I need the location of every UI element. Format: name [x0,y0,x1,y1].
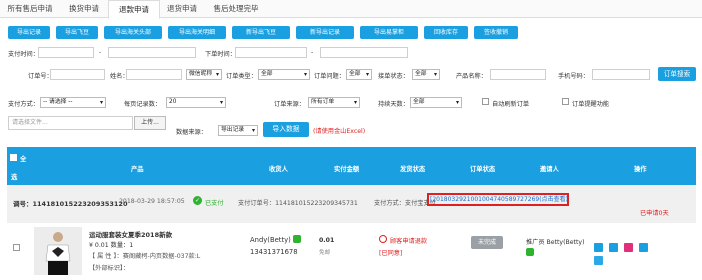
edit-icon[interactable] [594,243,603,252]
product-name-input[interactable] [490,69,546,80]
order-time-start-input[interactable] [235,47,307,58]
product-price-qty: ¥ 0.01 数量：1 [89,242,134,249]
export-yizhanggui-button[interactable]: 导出易掌柜 [360,26,418,39]
data-source-select[interactable]: 导出记录 [218,125,258,136]
col-referrer: 邀请人 [540,166,559,173]
wechat-icon[interactable] [526,248,534,256]
ship-status-select[interactable]: 全部 [412,69,440,80]
duration-days-select[interactable]: 全部 [410,97,462,108]
col-receiver: 收货人 [269,166,288,173]
col-product: 产品 [131,166,144,173]
range-dash: - [99,49,102,56]
tab-refund[interactable]: 退款申请 [108,0,160,19]
wechat-nick-select[interactable]: 微信昵称 [186,69,222,80]
col-ship-status: 发货状态 [400,166,426,173]
order-time-end-input[interactable] [320,47,408,58]
tab-after-sales-done[interactable]: 售后处理完毕 [206,0,266,17]
receiver-phone: 13431371678 [250,248,298,256]
tab-bar: 所有售后申请 换货申请 退款申请 退货申请 售后处理完毕 [0,0,702,19]
order-time-label: 下单时间： [205,51,236,58]
pay-order-number: 支付订单号：114181015223209345731 [238,200,358,207]
duration-days-label: 持续天数： [378,101,409,108]
order-time: 2018-03-29 18:57:05 [119,198,185,205]
order-status-badge: 未完成 [471,236,503,249]
file-path-input[interactable]: 请选择文件... [8,116,133,130]
export-feidou-button[interactable]: 导出飞豆 [56,26,98,39]
export-customs-detail-button[interactable]: 导出海关明细 [168,26,226,39]
pay-time-label: 支付时间： [8,51,39,58]
import-data-button[interactable]: 导入数据 [263,122,309,137]
ship-status-label: 接单状态： [378,73,409,80]
check-circle-icon: ✓ [193,196,202,205]
name-input[interactable] [126,69,182,80]
new-export-feidou-button[interactable]: 新导出飞豆 [232,26,290,39]
phone-input[interactable] [592,69,650,80]
refund-status[interactable]: 顾客申请退款 [390,236,427,245]
order-no-input[interactable] [50,69,105,80]
table-row: 运动服套装女夏季2018新款 ¥ 0.01 数量：1 【 属 性 】：赛阁藏柯-… [7,223,696,280]
alert-circle-icon [379,235,387,243]
product-attributes: 【 属 性 】：赛阁藏柯-内页数据-037款:L [89,253,201,260]
order-type-label: 订单类型： [226,73,257,80]
order-number: 调号：114181015223209353120 [13,200,128,208]
order-issue-select[interactable]: 全部 [346,69,372,80]
per-page-select[interactable]: 20 [166,97,226,108]
pay-time-start-input[interactable] [38,47,94,58]
referrer[interactable]: 推广员 Betty(Betty) [526,237,585,246]
shipping-note: 免邮 [319,250,331,256]
select-all-checkbox[interactable] [10,154,17,161]
pay-transaction-link[interactable]: [2018032921001004740589727269(点击查看)] [427,193,569,206]
order-reminder-label: 订单提醒功能 [572,101,610,108]
tab-all-after-sales[interactable]: 所有售后申请 [0,0,60,17]
import-note: (请使用金山Excel) [313,128,366,135]
upload-button[interactable]: 上传... [134,116,166,130]
view-icon[interactable] [639,243,648,252]
tab-exchange[interactable]: 换货申请 [60,0,108,17]
order-summary-row: 调号：114181015223209353120 2018-03-29 18:5… [7,185,696,224]
pay-method-select[interactable]: -- 请选择 -- [40,97,106,108]
auto-refresh-label: 自动刷新订单 [492,101,530,108]
order-search-button[interactable]: 订单搜索 [658,67,696,81]
refund-agreed: [已同意] [379,250,403,257]
product-image [34,227,82,275]
range-dash: - [311,49,314,56]
per-page-label: 每页记录数： [124,101,162,108]
select-all-label: 全 [20,156,27,163]
table-header: 全 选 产品 收货人 实付金额 发货状态 订单状态 邀请人 操作 [7,147,696,185]
new-export-records-button[interactable]: 新导出记录 [296,26,354,39]
col-operations: 操作 [634,166,647,173]
tab-return[interactable]: 退货申请 [158,0,206,17]
pay-method-label: 支付方式： [8,101,39,108]
wechat-icon[interactable] [293,235,301,243]
col-order-status: 订单状态 [470,166,496,173]
product-name-label: 产品名称： [456,73,487,80]
order-issue-label: 订单问题： [314,73,345,80]
auto-refresh-checkbox[interactable] [482,98,489,105]
phone-label: 手机号码： [558,73,589,80]
export-customs-header-button[interactable]: 导出海关头部 [104,26,162,39]
print-icon[interactable] [594,256,603,265]
cancel-signoff-button[interactable]: 签收撤销 [474,26,518,39]
pay-time-end-input[interactable] [108,47,196,58]
product-title[interactable]: 运动服套装女夏季2018新款 [89,229,172,239]
product-external-id: 【外部标识】： [89,265,130,272]
product-thumbnail[interactable] [34,227,82,275]
export-records-button[interactable]: 导出记录 [8,26,50,39]
col-paid-amount: 实付金额 [334,166,360,173]
select-all-label-2: 选 [11,174,18,181]
recycle-stock-button[interactable]: 回收库存 [424,26,468,39]
receiver-name: Andy(Betty) [250,236,291,244]
note-icon[interactable] [609,243,618,252]
order-reminder-checkbox[interactable] [562,98,569,105]
days-applied: 已申请0天 [640,210,669,217]
row-checkbox[interactable] [13,244,20,251]
refund-icon[interactable] [624,243,633,252]
data-source-label: 数据来源： [176,129,207,136]
paid-status: 已支付 [205,200,224,207]
order-type-select[interactable]: 全部 [258,69,310,80]
order-source-label: 订单来源： [274,101,305,108]
order-source-select[interactable]: 所有订单 [308,97,360,108]
paid-amount: 0.01 [319,237,335,244]
